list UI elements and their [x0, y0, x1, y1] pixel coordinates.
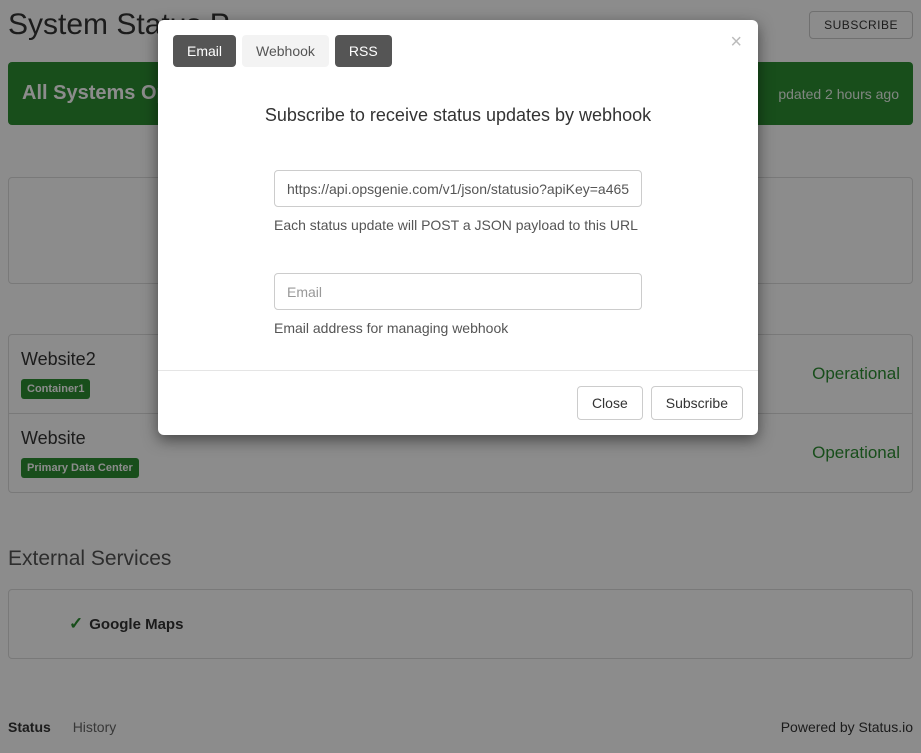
modal-tabs: Email Webhook RSS — [173, 35, 743, 67]
webhook-url-input[interactable] — [274, 170, 642, 207]
close-icon[interactable]: × — [730, 32, 742, 52]
close-button[interactable]: Close — [577, 386, 643, 420]
email-help-text: Email address for managing webhook — [274, 320, 642, 336]
subscribe-submit-button[interactable]: Subscribe — [651, 386, 743, 420]
webhook-help-text: Each status update will POST a JSON payl… — [274, 217, 642, 233]
subscribe-modal: Email Webhook RSS × Subscribe to receive… — [158, 20, 758, 435]
tab-rss[interactable]: RSS — [335, 35, 392, 67]
email-field[interactable] — [274, 273, 642, 310]
modal-title: Subscribe to receive status updates by w… — [173, 105, 743, 126]
tab-email[interactable]: Email — [173, 35, 236, 67]
tab-webhook[interactable]: Webhook — [242, 35, 329, 67]
